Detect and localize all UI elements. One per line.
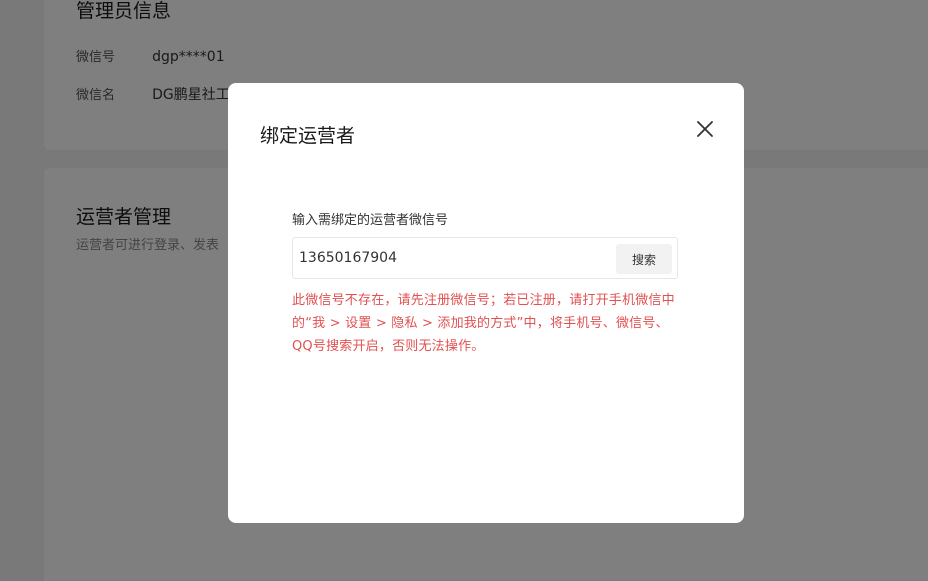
- close-icon[interactable]: [694, 118, 716, 140]
- search-button[interactable]: 搜索: [616, 244, 672, 274]
- wechat-id-field-label: 输入需绑定的运营者微信号: [292, 213, 449, 228]
- search-box: 搜索: [292, 237, 678, 279]
- dialog-title: 绑定运营者: [260, 125, 356, 147]
- wechat-id-search-input[interactable]: [293, 238, 609, 278]
- error-message: 此微信号不存在，请先注册微信号；若已注册，请打开手机微信中的“我 > 设置 > …: [292, 293, 675, 354]
- bind-operator-dialog: 绑定运营者 输入需绑定的运营者微信号 搜索 此微信号不存在，请先注册微信号；若已…: [228, 83, 744, 523]
